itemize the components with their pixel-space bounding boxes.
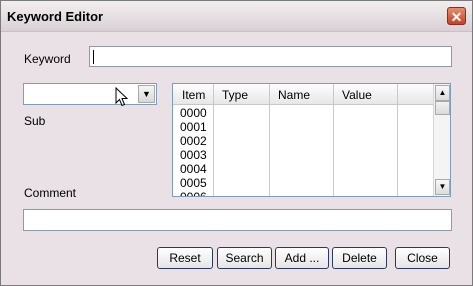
scroll-down-icon[interactable]: ▼ bbox=[435, 179, 450, 195]
comment-label: Comment bbox=[24, 186, 77, 200]
table-row[interactable]: 0006 bbox=[180, 190, 207, 196]
search-button[interactable]: Search bbox=[217, 247, 272, 269]
mouse-cursor-icon bbox=[115, 87, 129, 107]
keyword-label: Keyword bbox=[24, 52, 71, 66]
keyword-input[interactable] bbox=[89, 46, 452, 67]
column-divider bbox=[397, 84, 398, 196]
text-caret bbox=[93, 50, 94, 64]
column-divider bbox=[269, 84, 270, 196]
window-title: Keyword Editor bbox=[7, 9, 104, 24]
keyword-table[interactable]: Item Type Name Value 0000 0001 0002 0003… bbox=[172, 83, 451, 197]
keyword-editor-window: Keyword Editor ✕ Keyword ▼ Sub Item Type… bbox=[0, 0, 473, 286]
column-divider bbox=[333, 84, 334, 196]
title-bar[interactable]: Keyword Editor ✕ bbox=[1, 1, 472, 32]
delete-button[interactable]: Delete bbox=[332, 247, 387, 269]
scroll-up-icon[interactable]: ▲ bbox=[435, 85, 450, 101]
scroll-thumb[interactable] bbox=[435, 101, 450, 115]
vertical-scrollbar[interactable]: ▲ ▼ bbox=[433, 84, 450, 196]
sub-dropdown[interactable]: ▼ bbox=[23, 83, 157, 105]
close-icon[interactable]: ✕ bbox=[447, 7, 466, 25]
add-button[interactable]: Add ... bbox=[275, 247, 329, 269]
column-divider bbox=[213, 84, 214, 196]
reset-button[interactable]: Reset bbox=[157, 247, 213, 269]
table-row[interactable]: 0001 bbox=[180, 120, 207, 134]
column-header-item[interactable]: Item bbox=[182, 88, 205, 102]
column-header-type[interactable]: Type bbox=[222, 88, 248, 102]
table-row[interactable]: 0005 bbox=[180, 176, 207, 190]
comment-input[interactable] bbox=[23, 209, 452, 231]
column-header-name[interactable]: Name bbox=[278, 88, 310, 102]
column-header-value[interactable]: Value bbox=[342, 88, 372, 102]
table-row[interactable]: 0003 bbox=[180, 148, 207, 162]
chevron-down-icon[interactable]: ▼ bbox=[138, 85, 155, 103]
table-row[interactable]: 0004 bbox=[180, 162, 207, 176]
table-row[interactable]: 0000 bbox=[180, 106, 207, 120]
sub-label: Sub bbox=[24, 114, 46, 128]
table-row[interactable]: 0002 bbox=[180, 134, 207, 148]
close-button[interactable]: Close bbox=[395, 247, 450, 269]
